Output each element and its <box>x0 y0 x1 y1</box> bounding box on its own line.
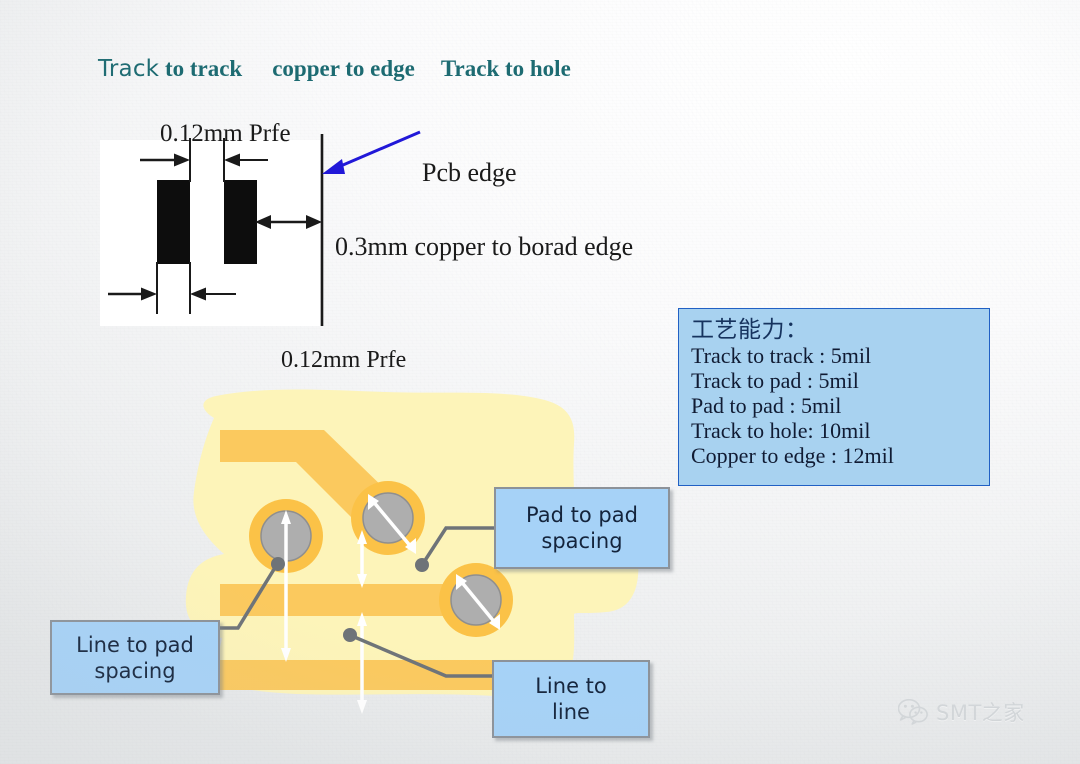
spec-line-track-to-track: Track to track : 5mil <box>691 343 872 368</box>
callout-pad-to-pad-line2: spacing <box>541 529 623 553</box>
dim-arrow-bottom-left <box>108 287 157 301</box>
watermark: SMT之家 <box>898 697 1025 727</box>
spec-line-pad-to-pad: Pad to pad : 5mil <box>691 393 842 418</box>
spec-line-track-to-hole: Track to hole: 10mil <box>691 418 871 443</box>
process-capability-box: 工艺能力： Track to track : 5mil Track to pad… <box>678 308 990 486</box>
callout-pad-to-pad-spacing[interactable]: Pad to pad spacing <box>494 487 670 569</box>
pcb-edge-label: Pcb edge <box>422 158 517 187</box>
dimension-label-bottom: 0.12mm Prfe <box>281 347 407 373</box>
dim-arrow-bottom-right <box>190 287 236 301</box>
callout-line-to-line-line2: line <box>552 700 590 724</box>
page-title: Track to track copper to edge Track to hol… <box>98 56 571 82</box>
dimension-label-top: 0.12mm Prfe <box>160 120 291 147</box>
spec-box-title: 工艺能力： <box>691 317 809 342</box>
callout-pad-to-pad-text: Pad to pad spacing <box>526 502 638 554</box>
title-segment-track-to-hole: Track to hole <box>440 56 571 81</box>
title-segment-track: Track <box>98 56 160 82</box>
title-segment-to-track: to track <box>159 56 243 81</box>
callout-line-to-pad-line1: Line to pad <box>76 632 194 657</box>
dim-arrow-top-left <box>140 153 190 167</box>
copper-pad-left <box>157 180 190 264</box>
callout-line-to-line[interactable]: Line to line <box>492 660 650 738</box>
callout-line-to-pad-line2: spacing <box>94 658 176 683</box>
callout-line-to-line-line1: Line to <box>535 674 607 698</box>
dim-arrow-copper-to-edge <box>255 215 322 229</box>
copper-pad-right <box>224 180 257 264</box>
slide-canvas: Track to track copper to edge Track to hol… <box>0 0 1080 764</box>
pcb-edge-pointer-arrow <box>322 130 421 174</box>
wechat-icon <box>898 699 928 725</box>
callout-pad-to-pad-line1: Pad to pad <box>526 503 638 527</box>
spec-line-track-to-pad: Track to pad : 5mil <box>691 368 859 393</box>
title-segment-copper-to-edge: copper to edge <box>272 56 415 81</box>
callout-line-to-pad-text: Line to pad spacing <box>76 632 194 684</box>
callout-line-to-line-text: Line to line <box>535 673 607 725</box>
watermark-text: SMT之家 <box>936 701 1025 725</box>
copper-to-edge-label: 0.3mm copper to borad edge <box>335 232 634 261</box>
callout-line-to-pad-spacing[interactable]: Line to pad spacing <box>50 620 220 695</box>
dim-arrow-top-right <box>224 153 268 167</box>
spec-line-copper-to-edge: Copper to edge : 12mil <box>691 443 894 468</box>
